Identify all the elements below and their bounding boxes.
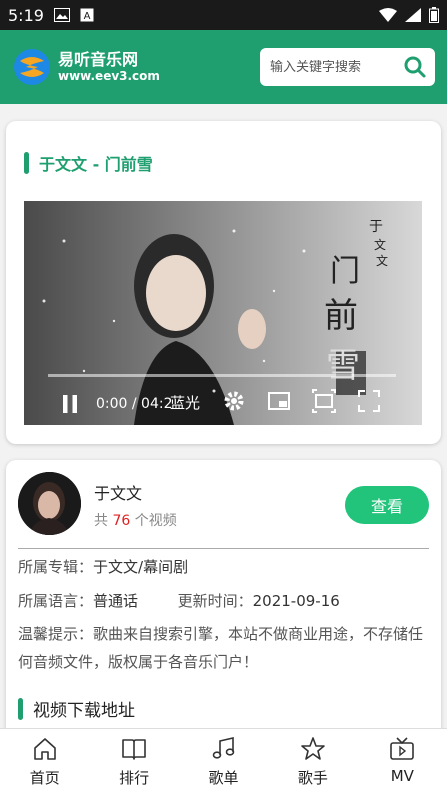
artist-name: 于文文 (94, 484, 143, 503)
video-time: 0:00 / 04:2 (96, 396, 173, 412)
svg-text:于: 于 (369, 219, 383, 235)
nav-label-mv: MV (390, 767, 414, 785)
bottom-nav: 首页 排行 歌单 歌手 MV (0, 728, 447, 796)
wifi-icon (379, 8, 397, 22)
artist-row: 于文文 共 76 个视频 查看 (18, 472, 429, 536)
video-player[interactable]: 于 文 文 门 前 雪 0:00 / 04:2 蓝光 (24, 201, 422, 425)
divider (18, 548, 429, 549)
svg-text:门: 门 (330, 254, 360, 289)
image-icon (53, 8, 70, 22)
album-label: 所属专辑： (18, 558, 94, 576)
update-label: 更新时间： (177, 592, 253, 610)
pause-icon[interactable] (58, 392, 82, 416)
nav-label-playlist: 歌单 (208, 769, 239, 787)
svg-text:雪: 雪 (326, 346, 360, 386)
music-note-icon (212, 736, 234, 759)
screen-fit-icon[interactable] (312, 389, 336, 413)
a-square-icon: A (80, 8, 94, 22)
view-artist-button[interactable]: 查看 (345, 486, 429, 524)
language-value: 普通话 (93, 592, 139, 610)
video-title: 于文文 - 门前雪 (39, 155, 153, 174)
book-icon (122, 739, 146, 760)
logo-mark-icon (14, 49, 50, 85)
count-prefix: 共 (94, 513, 108, 529)
svg-text:文: 文 (374, 237, 386, 252)
signal-icon (405, 8, 421, 22)
logo-domain: www.eev3.com (58, 69, 160, 83)
tv-icon (390, 737, 415, 760)
video-card: 于文文 - 门前雪 于 文 文 门 前 雪 0:00 / 04:2 蓝光 (6, 121, 441, 444)
settings-icon[interactable] (222, 389, 246, 413)
quality-selector[interactable]: 蓝光 (170, 392, 200, 413)
language-label: 所属语言： (18, 592, 94, 610)
nav-label-singer: 歌手 (297, 769, 328, 787)
title-accent-bar (18, 697, 23, 720)
video-count: 共 76 个视频 (94, 510, 177, 530)
count-suffix: 个视频 (134, 513, 177, 529)
download-title-row: 视频下载地址 (18, 696, 135, 721)
update-value: 2021-09-16 (252, 592, 340, 610)
album-line: 所属专辑：于文文/幕间剧 (18, 556, 188, 577)
nav-label-home: 首页 (29, 769, 60, 787)
svg-text:前: 前 (324, 296, 358, 336)
picture-in-picture-icon[interactable] (267, 389, 291, 413)
nav-item-rank[interactable]: 排行 (89, 729, 178, 796)
artist-avatar[interactable] (18, 472, 81, 535)
search-input[interactable] (270, 59, 400, 75)
info-card: 于文文 共 76 个视频 查看 所属专辑：于文文/幕间剧 所属语言：普通话 更新… (6, 460, 441, 760)
download-title: 视频下载地址 (33, 701, 135, 721)
title-accent-bar (24, 152, 29, 174)
star-icon (301, 737, 325, 760)
nav-item-mv[interactable]: MV (358, 729, 447, 796)
notice-text: 温馨提示：歌曲来自搜索引擎，本站不做商业用途，不存储任何音频文件，版权属于各音乐… (18, 625, 424, 671)
album-value[interactable]: 于文文/幕间剧 (93, 558, 188, 576)
logo-title: 易听音乐网 (58, 50, 139, 69)
nav-item-singer[interactable]: 歌手 (268, 729, 357, 796)
site-logo[interactable]: 易听音乐网 www.eev3.com (12, 47, 160, 87)
status-time: 5:19 (8, 5, 44, 25)
video-title-row: 于文文 - 门前雪 (24, 151, 153, 175)
nav-label-rank: 排行 (119, 769, 150, 787)
home-icon (33, 738, 56, 760)
nav-item-home[interactable]: 首页 (0, 729, 89, 796)
video-controls: 0:00 / 04:2 蓝光 (24, 383, 422, 425)
battery-icon (429, 7, 439, 23)
svg-text:文: 文 (376, 253, 388, 268)
language-line: 所属语言：普通话 更新时间：2021-09-16 (18, 590, 340, 611)
count-number: 76 (112, 513, 131, 529)
site-header: 易听音乐网 www.eev3.com (0, 30, 447, 104)
search-icon[interactable] (403, 55, 427, 79)
fullscreen-icon[interactable] (357, 389, 381, 413)
status-bar: 5:19 A (0, 0, 447, 30)
video-progress-bar[interactable] (48, 374, 396, 377)
nav-item-playlist[interactable]: 歌单 (179, 729, 268, 796)
search-box (260, 48, 435, 86)
svg-text:A: A (84, 11, 91, 22)
